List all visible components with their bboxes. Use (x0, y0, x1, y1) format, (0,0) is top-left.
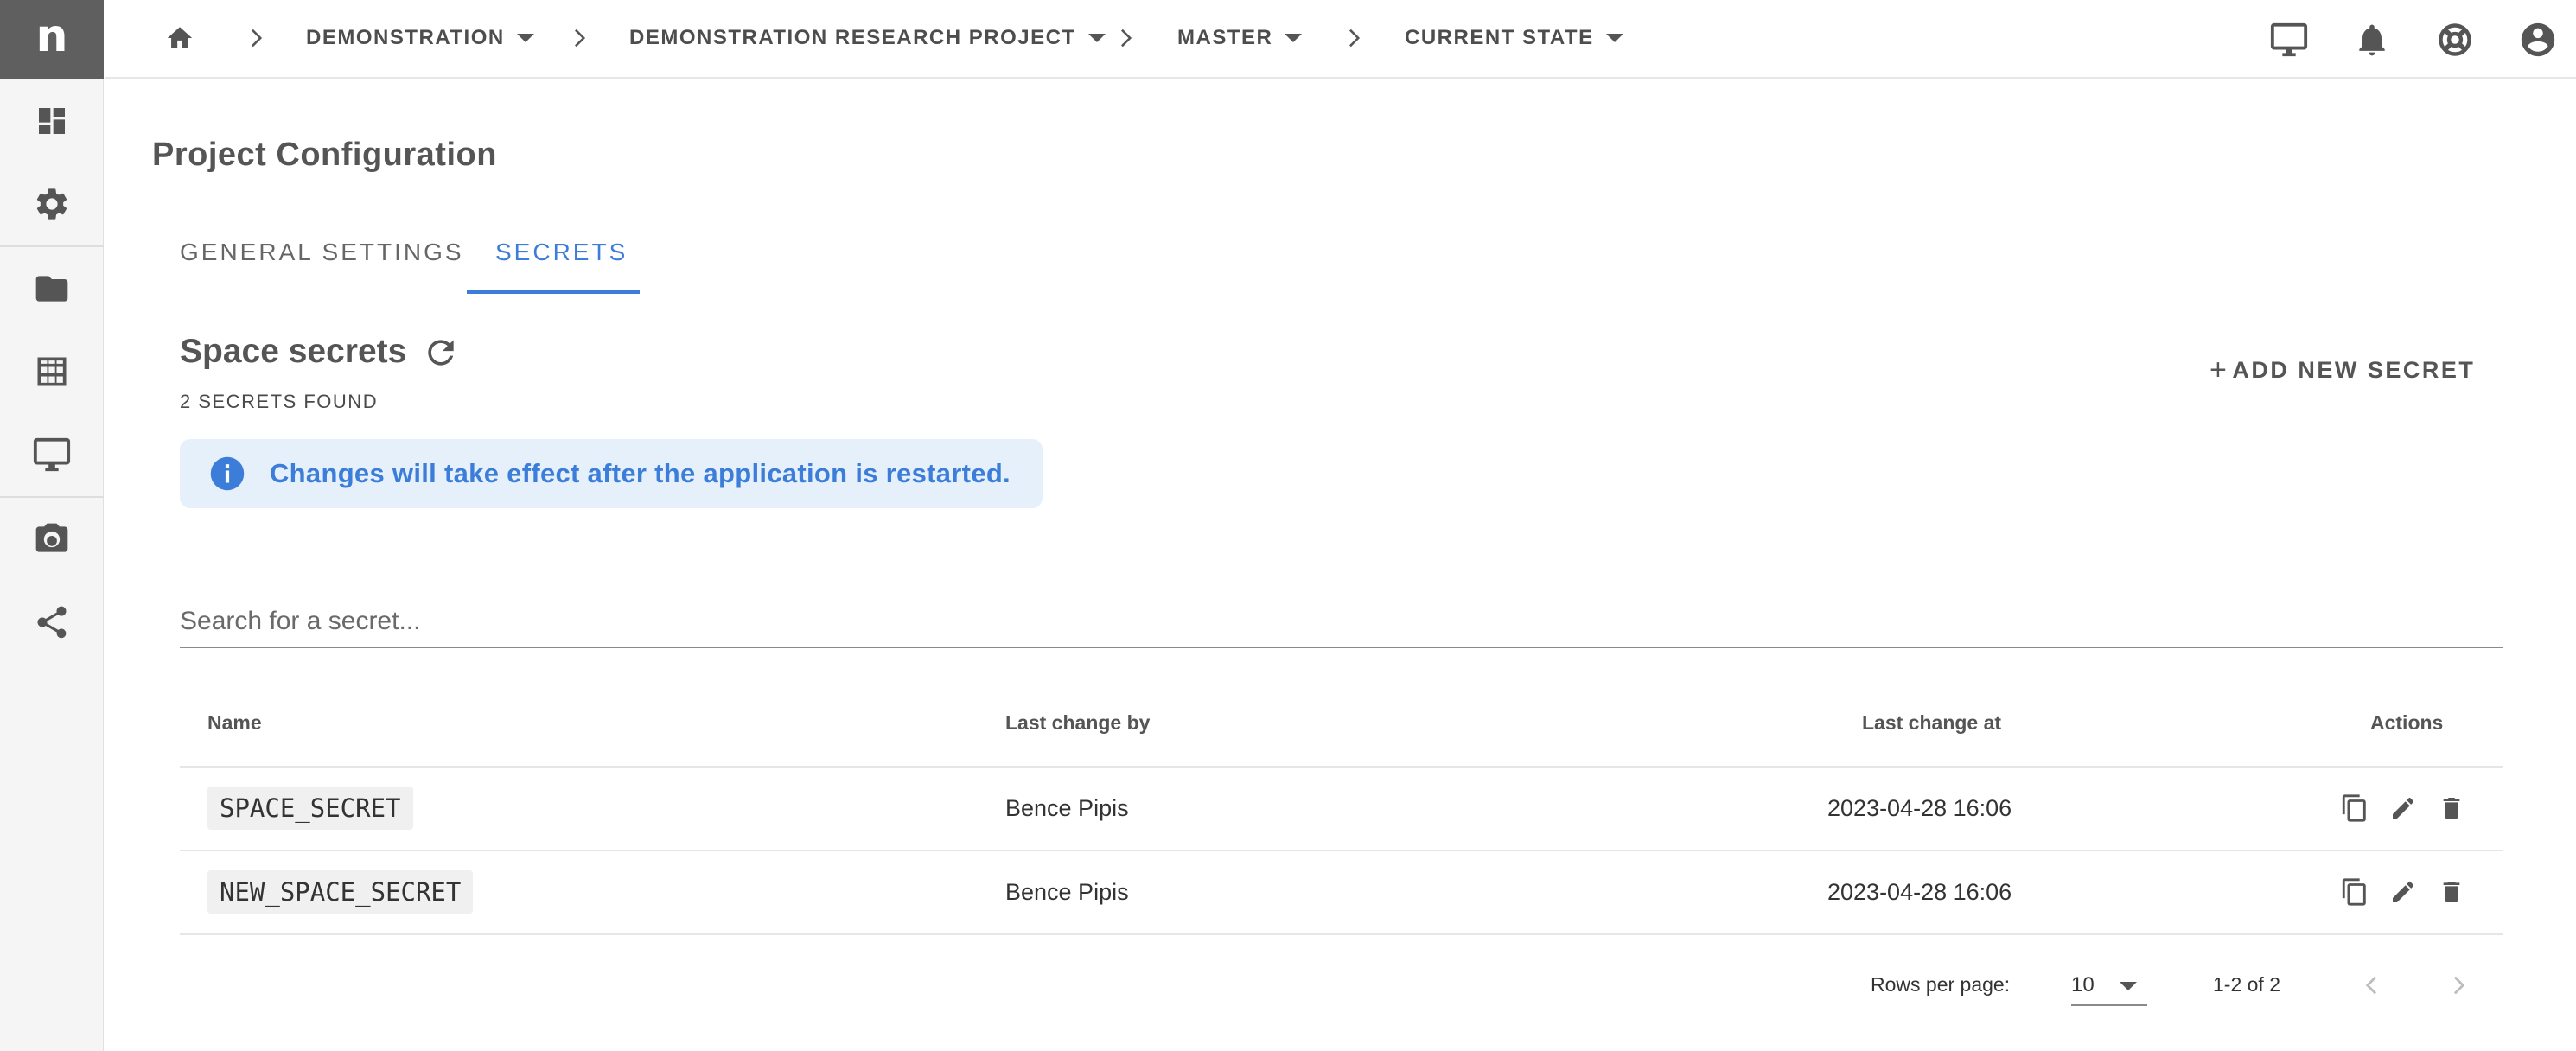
apps-button[interactable] (2265, 16, 2313, 64)
trash-icon (2443, 882, 2460, 902)
secret-changed-at: 2023-04-28 16:06 (1827, 795, 2012, 821)
chevron-right-icon (1113, 0, 1138, 76)
home-icon (167, 27, 193, 48)
monitor-icon (2270, 22, 2308, 57)
tab-general-settings[interactable]: GENERAL SETTINGS (180, 216, 464, 294)
alert-message: Changes will take effect after the appli… (270, 458, 1011, 488)
table-divider (180, 850, 2503, 851)
table-divider (180, 766, 2503, 768)
copy-button[interactable] (2337, 875, 2372, 909)
rows-per-page-label: Rows per page: (1871, 973, 2011, 996)
refresh-icon (428, 340, 454, 366)
sidebar-item-share[interactable] (0, 581, 104, 664)
caret-down-icon (2120, 982, 2137, 990)
copy-icon (2342, 794, 2366, 822)
help-button[interactable] (2431, 16, 2479, 64)
table-icon (37, 357, 67, 386)
caret-down-icon (516, 34, 534, 42)
chevron-right-icon (1342, 0, 1366, 76)
breadcrumb-project[interactable]: DEMONSTRATION RESEARCH PROJECT (629, 0, 1106, 76)
secret-name-chip: NEW_SPACE_SECRET (207, 870, 474, 914)
breadcrumb-branch[interactable]: MASTER (1177, 0, 1303, 76)
pencil-icon (2393, 797, 2414, 819)
column-header-changed-by[interactable]: Last change by (1005, 711, 1150, 735)
info-alert: Changes will take effect after the appli… (180, 439, 1043, 508)
search-input[interactable] (180, 596, 2503, 648)
section-title: Space secrets (180, 333, 407, 370)
sidebar-item-apps[interactable] (0, 413, 104, 496)
account-icon (2521, 22, 2555, 57)
share-icon (37, 606, 67, 639)
table-divider (180, 933, 2503, 935)
chevron-left-icon (2365, 976, 2377, 995)
secrets-count: 2 SECRETS FOUND (180, 391, 379, 412)
previous-page-button[interactable] (2355, 968, 2389, 1003)
sidebar-item-dashboard[interactable] (0, 80, 104, 162)
lifebuoy-icon (2439, 23, 2471, 56)
monitor-icon (33, 437, 71, 472)
column-header-actions: Actions (2370, 711, 2444, 734)
gear-icon (36, 188, 67, 220)
chevron-right-icon (2453, 976, 2465, 995)
logo-letter: n (35, 10, 68, 62)
delete-button[interactable] (2434, 875, 2469, 909)
sidebar: n (0, 0, 104, 1051)
trash-icon (2443, 798, 2460, 819)
camera-icon (35, 523, 68, 552)
folder-icon (35, 276, 68, 302)
delete-button[interactable] (2434, 791, 2469, 825)
chevron-right-icon (567, 0, 591, 76)
page-title: Project Configuration (152, 137, 497, 173)
sidebar-item-files[interactable] (0, 247, 104, 330)
app-logo[interactable]: n (0, 0, 104, 79)
sidebar-item-settings[interactable] (0, 162, 104, 245)
add-button-label: ADD NEW SECRET (2232, 356, 2476, 383)
notifications-button[interactable] (2348, 16, 2396, 64)
add-new-secret-button[interactable]: + ADD NEW SECRET (2209, 350, 2475, 390)
rows-per-page-select[interactable]: 10 (2071, 959, 2147, 1006)
breadcrumb-label: DEMONSTRATION (306, 26, 505, 49)
secret-changed-at: 2023-04-28 16:06 (1827, 879, 2012, 905)
column-header-changed-at[interactable]: Last change at (1862, 711, 2001, 735)
home-button[interactable] (156, 14, 204, 62)
breadcrumb-state[interactable]: CURRENT STATE (1405, 0, 1623, 76)
rows-per-page-value: 10 (2071, 973, 2095, 997)
breadcrumb-label: CURRENT STATE (1405, 26, 1594, 49)
copy-button[interactable] (2337, 791, 2372, 825)
copy-icon (2342, 878, 2366, 906)
active-tab-indicator (467, 290, 640, 294)
sidebar-item-tables[interactable] (0, 330, 104, 413)
secret-changed-by: Bence Pipis (1005, 879, 1129, 905)
breadcrumb-space[interactable]: DEMONSTRATION (306, 0, 534, 76)
caret-down-icon (1087, 34, 1106, 42)
secret-name-chip: SPACE_SECRET (207, 787, 413, 830)
breadcrumb-label: MASTER (1177, 26, 1273, 49)
pagination-range: 1-2 of 2 (2213, 973, 2280, 996)
secret-changed-by: Bence Pipis (1005, 795, 1129, 821)
pencil-icon (2393, 881, 2414, 902)
account-button[interactable] (2514, 16, 2562, 64)
caret-down-icon (1605, 34, 1623, 42)
tab-secrets[interactable]: SECRETS (495, 216, 628, 294)
tab-label: GENERAL SETTINGS (180, 239, 464, 265)
caret-down-icon (1285, 34, 1303, 42)
edit-button[interactable] (2386, 875, 2420, 909)
sidebar-item-snapshots[interactable] (0, 498, 104, 581)
breadcrumb-label: DEMONSTRATION RESEARCH PROJECT (629, 26, 1076, 49)
refresh-button[interactable] (422, 334, 460, 372)
info-icon (210, 456, 245, 491)
plus-icon: + (2209, 353, 2229, 386)
tab-label: SECRETS (495, 239, 628, 265)
column-header-name[interactable]: Name (207, 711, 262, 735)
edit-button[interactable] (2386, 791, 2420, 825)
chevron-right-icon (244, 0, 268, 76)
next-page-button[interactable] (2441, 968, 2476, 1003)
dashboard-icon (39, 108, 65, 134)
bell-icon (2359, 24, 2385, 56)
